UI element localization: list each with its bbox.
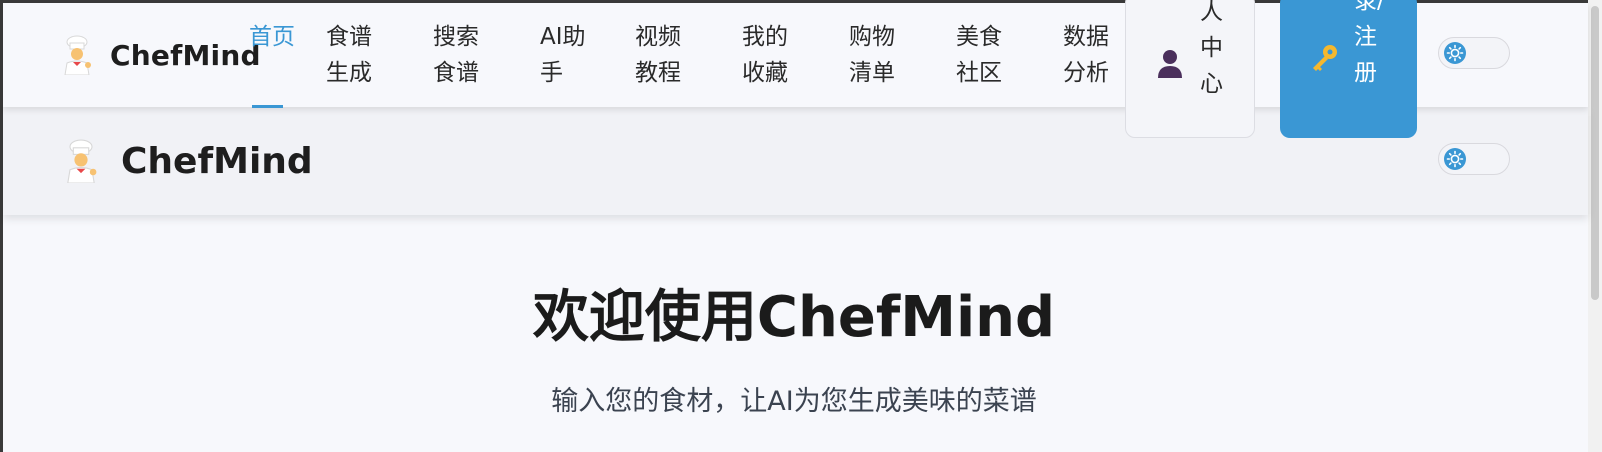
key-icon bbox=[1308, 43, 1340, 73]
nav-item-shopping-list[interactable]: 购物清单 bbox=[849, 19, 899, 91]
theme-toggle[interactable] bbox=[1438, 37, 1510, 69]
chef-icon bbox=[59, 35, 95, 76]
top-navbar: ChefMind 首页 食谱生成 搜索食谱 AI助手 视频教程 我的收藏 购物清… bbox=[3, 0, 1588, 138]
nav-item-recipe-search[interactable]: 搜索食谱 bbox=[433, 19, 483, 91]
profile-label: 人中心 bbox=[1200, 0, 1223, 97]
brand[interactable]: ChefMind bbox=[59, 35, 261, 76]
hero-title: 欢迎使用ChefMind bbox=[532, 285, 1056, 350]
user-silhouette-icon bbox=[1156, 48, 1184, 78]
brand-name-secondary: ChefMind bbox=[121, 140, 313, 182]
sun-icon bbox=[1444, 148, 1466, 170]
brand-name: ChefMind bbox=[110, 38, 261, 72]
login-register-label: 录/注册 bbox=[1354, 0, 1385, 86]
scrollbar-thumb[interactable] bbox=[1591, 6, 1599, 300]
nav-item-ai-assistant[interactable]: AI助手 bbox=[540, 19, 590, 91]
nav-item-data-analysis[interactable]: 数据分析 bbox=[1063, 19, 1113, 91]
profile-button[interactable]: 人中心 bbox=[1125, 0, 1255, 138]
theme-toggle-secondary[interactable] bbox=[1438, 143, 1510, 175]
nav-item-video-tutorials[interactable]: 视频教程 bbox=[635, 19, 685, 91]
brand-secondary[interactable]: ChefMind bbox=[61, 139, 313, 184]
login-register-button[interactable]: 录/注册 bbox=[1280, 0, 1417, 138]
sun-icon bbox=[1444, 42, 1466, 64]
chef-icon bbox=[61, 139, 101, 184]
nav-item-food-community[interactable]: 美食社区 bbox=[956, 19, 1006, 91]
hero-subtitle: 输入您的食材，让AI为您生成美味的菜谱 bbox=[551, 386, 1037, 417]
nav-item-favorites[interactable]: 我的收藏 bbox=[742, 19, 792, 91]
scrollbar-track[interactable] bbox=[1588, 0, 1602, 452]
nav-item-home[interactable]: 首页 bbox=[249, 19, 299, 55]
active-nav-indicator bbox=[252, 105, 283, 108]
nav-item-recipe-generate[interactable]: 食谱生成 bbox=[326, 19, 376, 91]
